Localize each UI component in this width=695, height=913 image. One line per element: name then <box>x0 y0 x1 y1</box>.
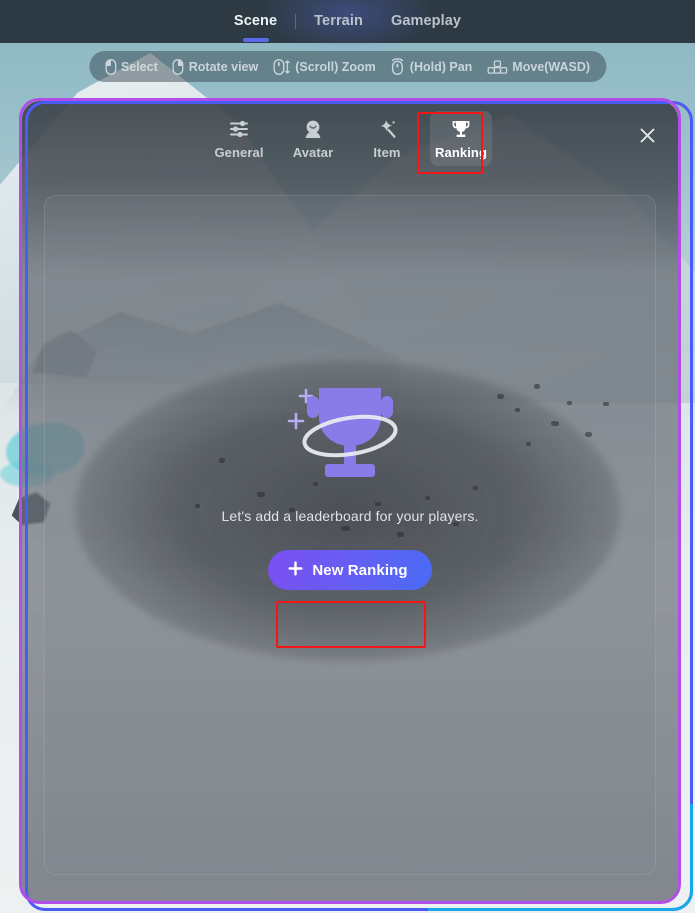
nav-tab-terrain-label: Terrain <box>314 13 363 29</box>
app-root: Scene Terrain Gameplay Select Rotate vie… <box>0 0 695 913</box>
tab-avatar-label: Avatar <box>292 145 334 160</box>
nav-separator <box>295 14 297 29</box>
wasd-keys-icon <box>487 59 508 75</box>
magic-wand-star-icon <box>376 118 398 140</box>
trophy-sparkle-icon <box>285 384 415 494</box>
new-ranking-button-label: New Ranking <box>312 561 408 579</box>
hint-select-label: Select <box>120 59 158 74</box>
avatar-head-icon <box>302 118 324 140</box>
nav-tab-gameplay-label: Gameplay <box>390 13 462 29</box>
ranking-content-panel: Let's add a leaderboard for your players… <box>44 195 656 875</box>
close-icon[interactable] <box>636 124 658 146</box>
nav-active-underline <box>242 38 269 42</box>
tab-item[interactable]: Item <box>356 111 418 166</box>
gameplay-settings-modal: General Avatar Item Ranking Let's add a … <box>22 101 678 903</box>
tab-item-label: Item <box>373 145 401 160</box>
hint-rotate-label: Rotate view <box>188 59 259 74</box>
nav-tab-gameplay[interactable]: Gameplay <box>377 9 475 34</box>
tab-ranking-label: Ranking <box>435 145 487 160</box>
nav-tabs: Scene Terrain Gameplay <box>220 9 475 42</box>
tab-general[interactable]: General <box>208 111 270 166</box>
hint-move-wasd: Move(WASD) <box>487 59 590 75</box>
hint-move-label: Move(WASD) <box>512 59 591 74</box>
mouse-middle-hold-icon <box>391 58 405 75</box>
new-ranking-button[interactable]: New Ranking <box>268 550 432 590</box>
empty-state-message: Let's add a leaderboard for your players… <box>221 508 479 524</box>
viewport-controls-hint-bar: Select Rotate view (Scroll) Zoom (Hold) … <box>88 51 607 82</box>
hint-hold-pan: (Hold) Pan <box>391 58 473 75</box>
modal-tab-bar: General Avatar Item Ranking <box>22 111 678 166</box>
tab-avatar[interactable]: Avatar <box>282 111 344 166</box>
hint-pan-label: (Hold) Pan <box>409 59 473 74</box>
top-navigation-bar: Scene Terrain Gameplay <box>0 0 695 54</box>
modal-header: General Avatar Item Ranking <box>22 101 678 177</box>
mouse-left-click-icon <box>104 58 116 75</box>
ranking-empty-state: Let's add a leaderboard for your players… <box>45 384 655 590</box>
sliders-icon <box>228 118 250 140</box>
hint-select: Select <box>104 58 158 75</box>
tab-ranking[interactable]: Ranking <box>430 111 492 166</box>
plus-icon <box>288 560 303 580</box>
hint-rotate-view: Rotate view <box>172 58 259 75</box>
trophy-icon <box>450 118 472 140</box>
nav-tab-scene[interactable]: Scene <box>220 9 291 42</box>
tab-general-label: General <box>214 145 264 160</box>
nav-tab-terrain[interactable]: Terrain <box>300 9 377 34</box>
mouse-right-click-icon <box>172 58 184 75</box>
hint-zoom-label: (Scroll) Zoom <box>295 59 376 74</box>
hint-scroll-zoom: (Scroll) Zoom <box>273 58 376 75</box>
mouse-scroll-icon <box>273 58 290 75</box>
nav-tab-scene-label: Scene <box>233 13 278 29</box>
